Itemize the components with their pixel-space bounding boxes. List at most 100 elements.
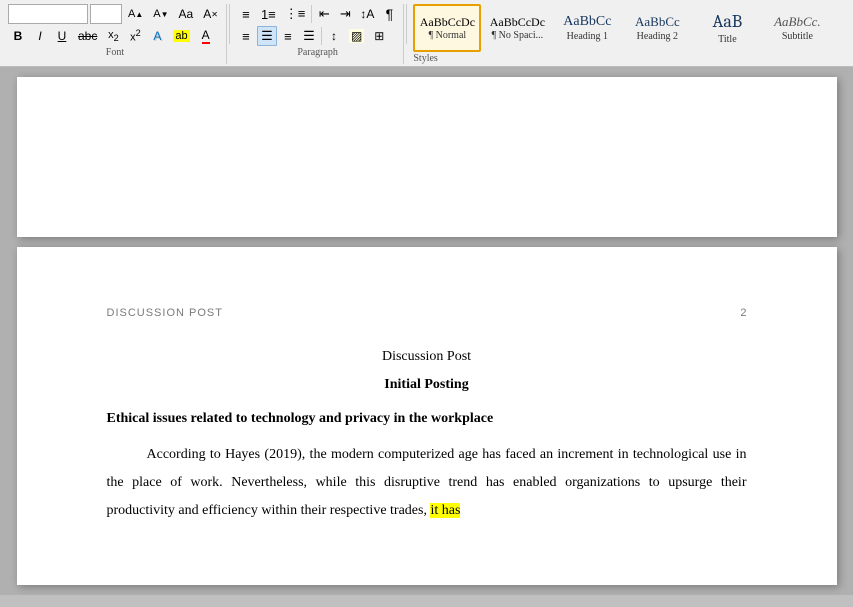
style-heading1-preview: AaBbCc bbox=[563, 14, 611, 31]
style-nospace-label: ¶ No Spaci... bbox=[492, 30, 543, 41]
style-heading2[interactable]: AaBbCc Heading 2 bbox=[623, 4, 691, 52]
grow-icon-arrow: ▲ bbox=[135, 10, 143, 19]
style-nospace[interactable]: AaBbCcDc ¶ No Spaci... bbox=[483, 4, 551, 52]
styles-row: AaBbCcDc ¶ Normal AaBbCcDc ¶ No Spaci...… bbox=[413, 4, 845, 52]
strikethrough-icon: abc bbox=[78, 29, 97, 43]
decrease-indent-icon: ⇤ bbox=[319, 6, 330, 22]
document-heading: Ethical issues related to technology and… bbox=[107, 411, 747, 427]
shading-icon: ▨ bbox=[349, 29, 364, 43]
page-number: 2 bbox=[740, 307, 746, 319]
style-normal-preview: AaBbCcDc bbox=[420, 15, 475, 29]
font-controls-row2: B I U abc x2 x2 A ab A bbox=[8, 26, 222, 46]
page-1 bbox=[17, 77, 837, 237]
document-subtitle: Initial Posting bbox=[107, 377, 747, 393]
borders-icon: ⊞ bbox=[374, 29, 384, 43]
multilevel-list-button[interactable]: ⋮≡ bbox=[281, 4, 310, 24]
multilevel-list-icon: ⋮≡ bbox=[285, 6, 306, 22]
strikethrough-button[interactable]: abc bbox=[74, 26, 101, 46]
shrink-icon-arrow: ▼ bbox=[161, 10, 169, 19]
superscript-icon: x2 bbox=[130, 28, 141, 44]
para-divider1 bbox=[311, 5, 312, 23]
bold-button[interactable]: B bbox=[8, 26, 28, 46]
bold-icon: B bbox=[14, 29, 23, 43]
italic-button[interactable]: I bbox=[30, 26, 50, 46]
clear-format-button[interactable]: A✕ bbox=[199, 4, 222, 24]
bullets-button[interactable]: ≡ bbox=[236, 4, 256, 24]
page-2: DISCUSSION POST 2 Discussion Post Initia… bbox=[17, 247, 837, 585]
justify-icon: ☰ bbox=[303, 28, 315, 44]
running-head: DISCUSSION POST 2 bbox=[107, 307, 747, 319]
font-controls-row1: Times New Roman 12 A▲ A▼ Aa A✕ bbox=[8, 4, 222, 24]
ribbon-content: Times New Roman 12 A▲ A▼ Aa A✕ B I U abc… bbox=[0, 0, 853, 67]
decrease-indent-button[interactable]: ⇤ bbox=[314, 4, 334, 24]
text-highlight-button[interactable]: ab bbox=[169, 26, 193, 46]
ribbon: Times New Roman 12 A▲ A▼ Aa A✕ B I U abc… bbox=[0, 0, 853, 67]
style-subtitle-label: Subtitle bbox=[782, 31, 813, 42]
increase-indent-icon: ⇥ bbox=[340, 6, 351, 22]
font-section-label: Font bbox=[8, 46, 222, 58]
show-marks-button[interactable]: ¶ bbox=[379, 4, 399, 24]
styles-section-label: Styles bbox=[413, 52, 845, 64]
show-marks-icon: ¶ bbox=[386, 6, 394, 22]
shading-button[interactable]: ▨ bbox=[345, 26, 368, 46]
numbering-icon: 1≡ bbox=[261, 7, 276, 22]
style-subtitle[interactable]: AaBbCc. Subtitle bbox=[763, 4, 831, 52]
para-row1: ≡ 1≡ ⋮≡ ⇤ ⇥ ↕A ¶ bbox=[236, 4, 399, 24]
superscript-button[interactable]: x2 bbox=[125, 26, 145, 46]
style-subtitle-preview: AaBbCc. bbox=[774, 14, 821, 30]
align-right-icon: ≡ bbox=[284, 29, 292, 44]
text-effects-icon: A bbox=[153, 29, 161, 43]
para-divider2 bbox=[321, 27, 322, 45]
highlighted-text: it has bbox=[430, 503, 460, 518]
font-color-icon: A bbox=[202, 28, 210, 44]
style-heading2-preview: AaBbCc bbox=[635, 14, 680, 30]
font-color-button[interactable]: A bbox=[196, 26, 216, 46]
numbering-button[interactable]: 1≡ bbox=[257, 4, 280, 24]
justify-button[interactable]: ☰ bbox=[299, 26, 319, 46]
change-case-button[interactable]: Aa bbox=[175, 4, 198, 24]
paragraph-section: ≡ 1≡ ⋮≡ ⇤ ⇥ ↕A ¶ ≡ ☰ ≡ ☰ ↕ ▨ ⊞ bbox=[232, 4, 404, 64]
align-center-button[interactable]: ☰ bbox=[257, 26, 277, 46]
align-left-icon: ≡ bbox=[242, 29, 250, 44]
underline-button[interactable]: U bbox=[52, 26, 72, 46]
style-normal-label: ¶ Normal bbox=[429, 30, 467, 41]
style-title-label: Title bbox=[718, 34, 737, 45]
increase-indent-button[interactable]: ⇥ bbox=[335, 4, 355, 24]
document-area: DISCUSSION POST 2 Discussion Post Initia… bbox=[0, 67, 853, 595]
font-name-input[interactable]: Times New Roman bbox=[8, 4, 88, 24]
para-row2: ≡ ☰ ≡ ☰ ↕ ▨ ⊞ bbox=[236, 26, 399, 46]
style-nospace-preview: AaBbCcDc bbox=[490, 15, 545, 29]
paragraph-section-label: Paragraph bbox=[236, 46, 399, 58]
font-section: Times New Roman 12 A▲ A▼ Aa A✕ B I U abc… bbox=[4, 4, 227, 64]
align-center-icon: ☰ bbox=[261, 28, 273, 44]
shrink-font-button[interactable]: A▼ bbox=[149, 4, 172, 24]
document-body: According to Hayes (2019), the modern co… bbox=[107, 441, 747, 525]
underline-icon: U bbox=[58, 29, 67, 43]
style-normal[interactable]: AaBbCcDc ¶ Normal bbox=[413, 4, 481, 52]
body-paragraph-1: According to Hayes (2019), the modern co… bbox=[107, 441, 747, 525]
line-spacing-button[interactable]: ↕ bbox=[324, 26, 344, 46]
style-title-preview: AaB bbox=[713, 11, 743, 33]
font-para-divider bbox=[229, 4, 230, 44]
align-right-button[interactable]: ≡ bbox=[278, 26, 298, 46]
italic-icon: I bbox=[38, 29, 41, 43]
font-size-input[interactable]: 12 bbox=[90, 4, 122, 24]
style-heading1[interactable]: AaBbCc Heading 1 bbox=[553, 4, 621, 52]
align-left-button[interactable]: ≡ bbox=[236, 26, 256, 46]
styles-section: AaBbCcDc ¶ Normal AaBbCcDc ¶ No Spaci...… bbox=[409, 4, 849, 64]
style-heading2-label: Heading 2 bbox=[637, 31, 678, 42]
change-case-icon: Aa bbox=[179, 7, 194, 21]
style-title[interactable]: AaB Title bbox=[693, 4, 761, 52]
para-styles-divider bbox=[406, 4, 407, 44]
document-title: Discussion Post bbox=[107, 349, 747, 365]
sort-button[interactable]: ↕A bbox=[356, 4, 378, 24]
text-highlight-icon: ab bbox=[173, 30, 189, 42]
line-spacing-icon: ↕ bbox=[331, 29, 337, 43]
grow-font-button[interactable]: A▲ bbox=[124, 4, 147, 24]
subscript-button[interactable]: x2 bbox=[103, 26, 123, 46]
eraser-icon: ✕ bbox=[211, 10, 218, 19]
bullets-icon: ≡ bbox=[242, 7, 250, 22]
text-effects-button[interactable]: A bbox=[147, 26, 167, 46]
borders-button[interactable]: ⊞ bbox=[369, 26, 389, 46]
clear-format-icon: A bbox=[203, 7, 211, 21]
